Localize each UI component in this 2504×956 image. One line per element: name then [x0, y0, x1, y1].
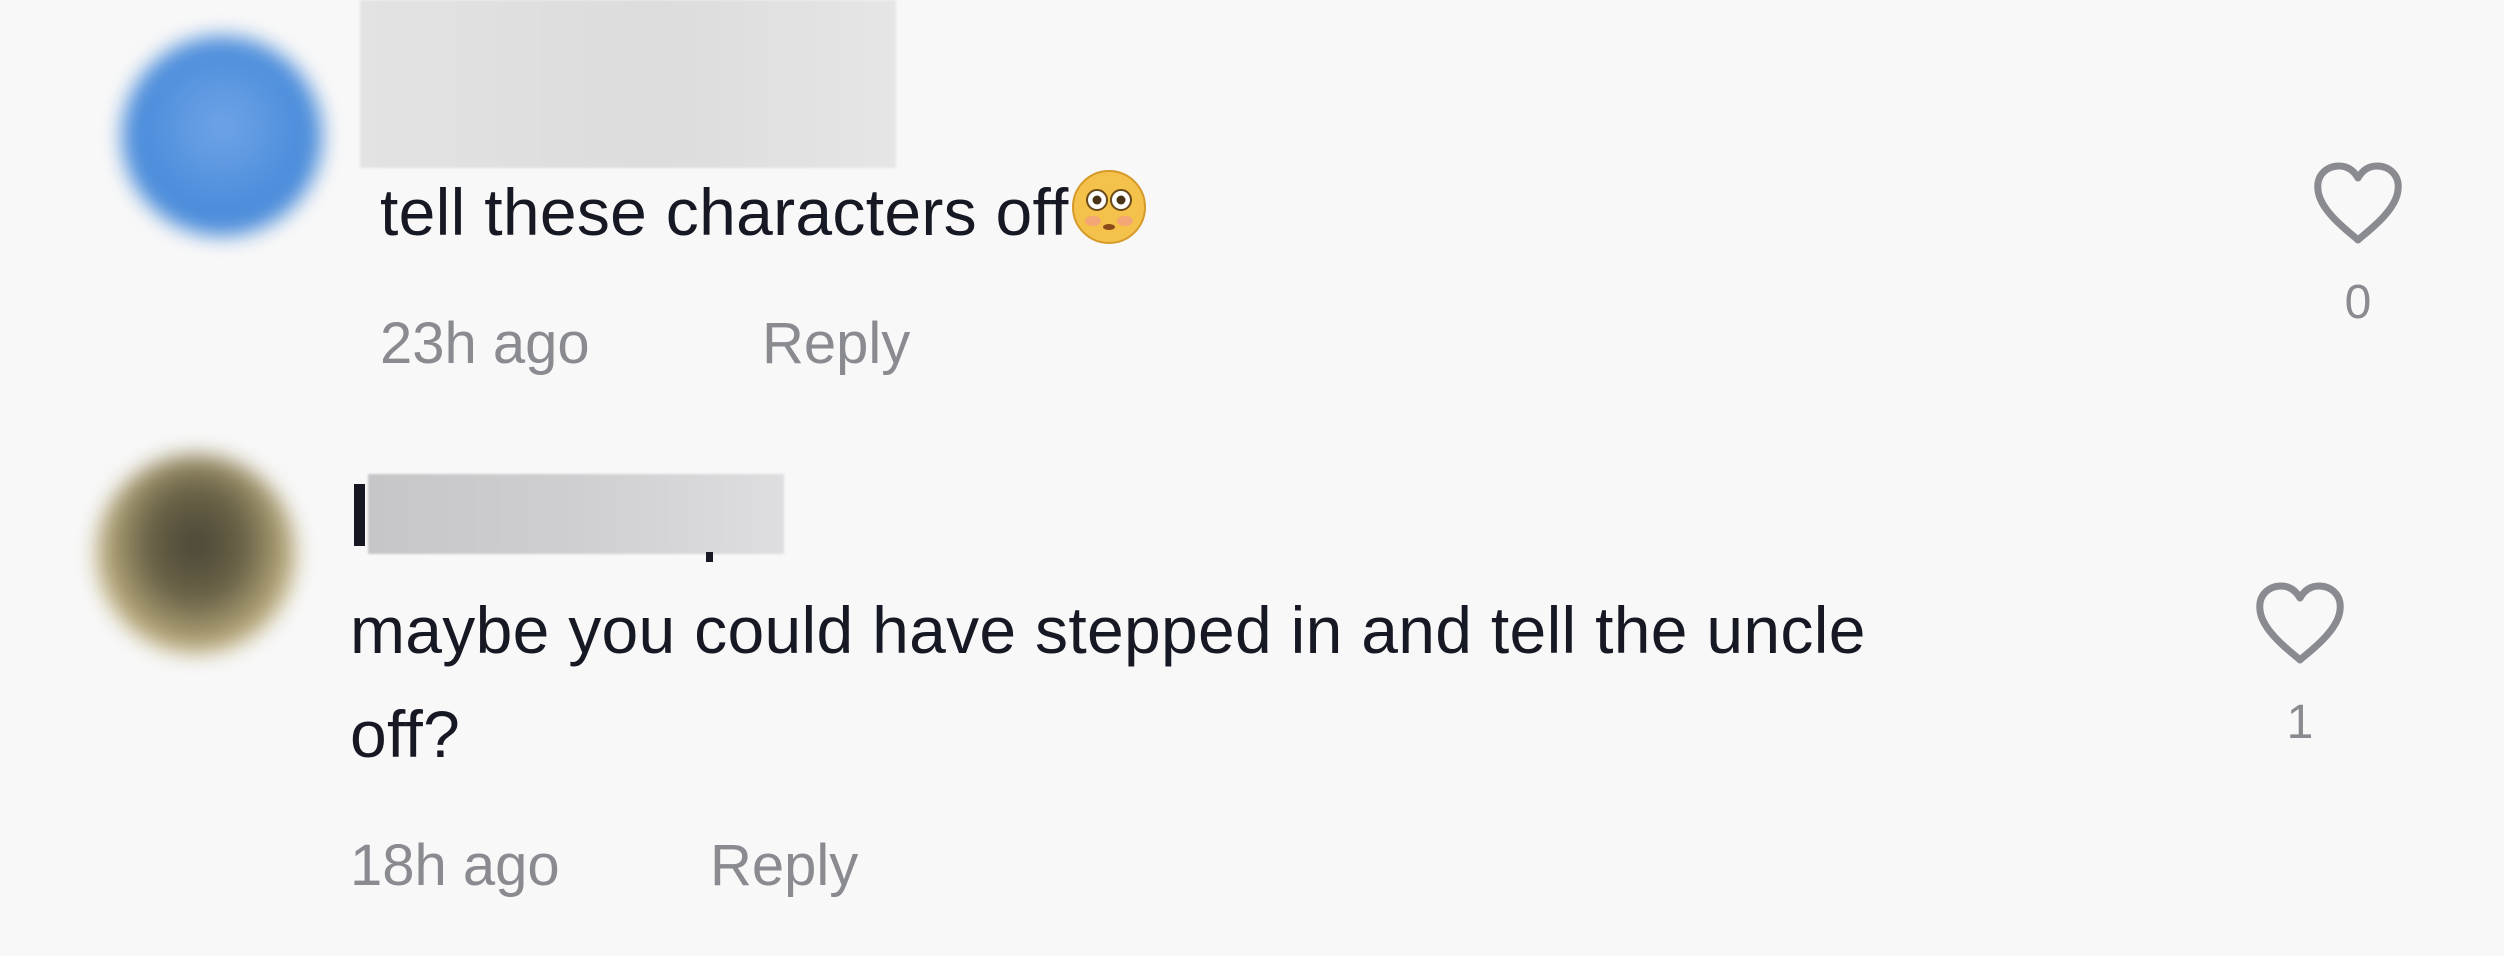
heart-icon[interactable] [2240, 582, 2360, 671]
username-initial [354, 484, 365, 546]
comment-item: maybe you could have stepped in and tell… [0, 420, 2504, 956]
flushed-face-emoji-icon [1071, 169, 1147, 274]
comments-panel: tell these characters off 23h ago Reply … [0, 0, 2504, 956]
avatar[interactable] [96, 454, 296, 654]
like-control: 0 [2298, 162, 2418, 331]
comment-text-line-2: off? [350, 697, 461, 771]
username-descender [706, 552, 713, 562]
comment-item: tell these characters off 23h ago Reply … [0, 0, 2504, 420]
comment-text-content: tell these characters off [380, 175, 1069, 249]
comment-timestamp: 18h ago [350, 833, 560, 898]
reply-button[interactable]: Reply [762, 309, 910, 379]
like-count: 0 [2344, 276, 2372, 329]
comment-timestamp: 23h ago [380, 311, 590, 376]
avatar[interactable] [122, 36, 322, 236]
redacted-username [368, 474, 784, 554]
like-control: 1 [2240, 582, 2360, 751]
redacted-username [360, 0, 896, 168]
heart-icon[interactable] [2298, 162, 2418, 251]
comment-text-line-1: maybe you could have stepped in and tell… [350, 593, 1866, 667]
comment-text: tell these characters off [380, 160, 1147, 274]
like-count: 1 [2286, 696, 2314, 749]
reply-button[interactable]: Reply [710, 831, 858, 901]
